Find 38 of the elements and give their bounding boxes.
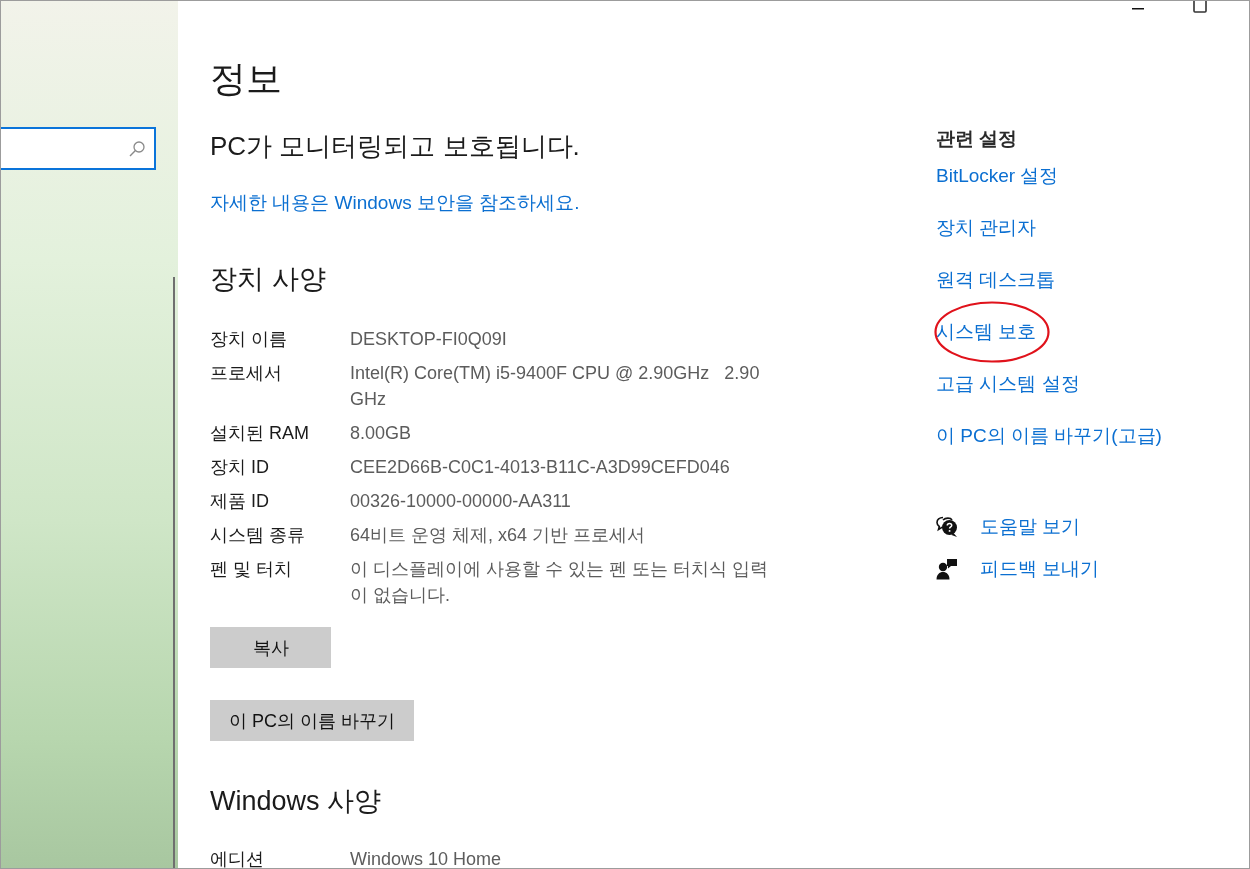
minimize-icon[interactable]: [1132, 8, 1144, 10]
spec-value: DESKTOP-FI0Q09I: [350, 328, 508, 351]
spec-value: CEE2D66B-C0C1-4013-B11C-A3D99CEFD046: [350, 456, 731, 479]
spec-value: Windows 10 Home: [350, 848, 503, 868]
settings-link[interactable]: 장치 관리자: [936, 215, 1037, 241]
maximize-icon[interactable]: [1193, 1, 1207, 13]
help-icon: [936, 516, 958, 538]
feedback-icon: [936, 558, 958, 580]
settings-link[interactable]: BitLocker 설정: [936, 163, 1059, 189]
spec-label: 설치된 RAM: [210, 422, 310, 445]
spec-value: 8.00GB: [350, 422, 413, 445]
search-icon[interactable]: [129, 140, 145, 157]
spec-value: 64비트 운영 체제, x64 기반 프로세서: [350, 524, 647, 547]
spec-value: 이 디스플레이에 사용할 수 있는 펜 또는 터치식 입력이 없습니다.: [350, 558, 769, 607]
spec-label: 시스템 종류: [210, 524, 306, 547]
search-field[interactable]: [1, 127, 156, 170]
page-title: 정보: [210, 57, 282, 101]
spec-value: 00326-10000-00000-AA311: [350, 490, 572, 513]
spec-value: Intel(R) Core(TM) i5-9400F CPU @ 2.90GHz 2.90 GHz: [350, 362, 761, 411]
settings-link[interactable]: 원격 데스크톱: [936, 267, 1056, 293]
protection-status: PC가 모니터링되고 보호됩니다.: [210, 130, 580, 163]
spec-label: 제품 ID: [210, 490, 270, 513]
section-heading: Windows 사양: [210, 785, 382, 818]
settings-link[interactable]: 이 PC의 이름 바꾸기(고급): [936, 423, 1162, 449]
spec-label: 펜 및 터치: [210, 558, 293, 581]
spec-label: 장치 이름: [210, 328, 288, 351]
settings-link[interactable]: 고급 시스템 설정: [936, 371, 1080, 397]
feedback-link[interactable]: 피드백 보내기: [980, 556, 1100, 582]
spec-label: 장치 ID: [210, 456, 270, 479]
section-heading: 장치 사양: [210, 263, 326, 296]
security-link[interactable]: 자세한 내용은 Windows 보안을 참조하세요.: [210, 190, 580, 216]
scrollbar-thumb[interactable]: [173, 277, 175, 868]
copy-button[interactable]: 복사: [210, 627, 331, 668]
related-settings-heading: 관련 설정: [936, 127, 1018, 151]
rename-button[interactable]: 이 PC의 이름 바꾸기: [210, 700, 414, 741]
spec-label: 에디션: [210, 848, 265, 868]
help-link[interactable]: 도움말 보기: [980, 514, 1081, 540]
spec-label: 프로세서: [210, 362, 283, 385]
